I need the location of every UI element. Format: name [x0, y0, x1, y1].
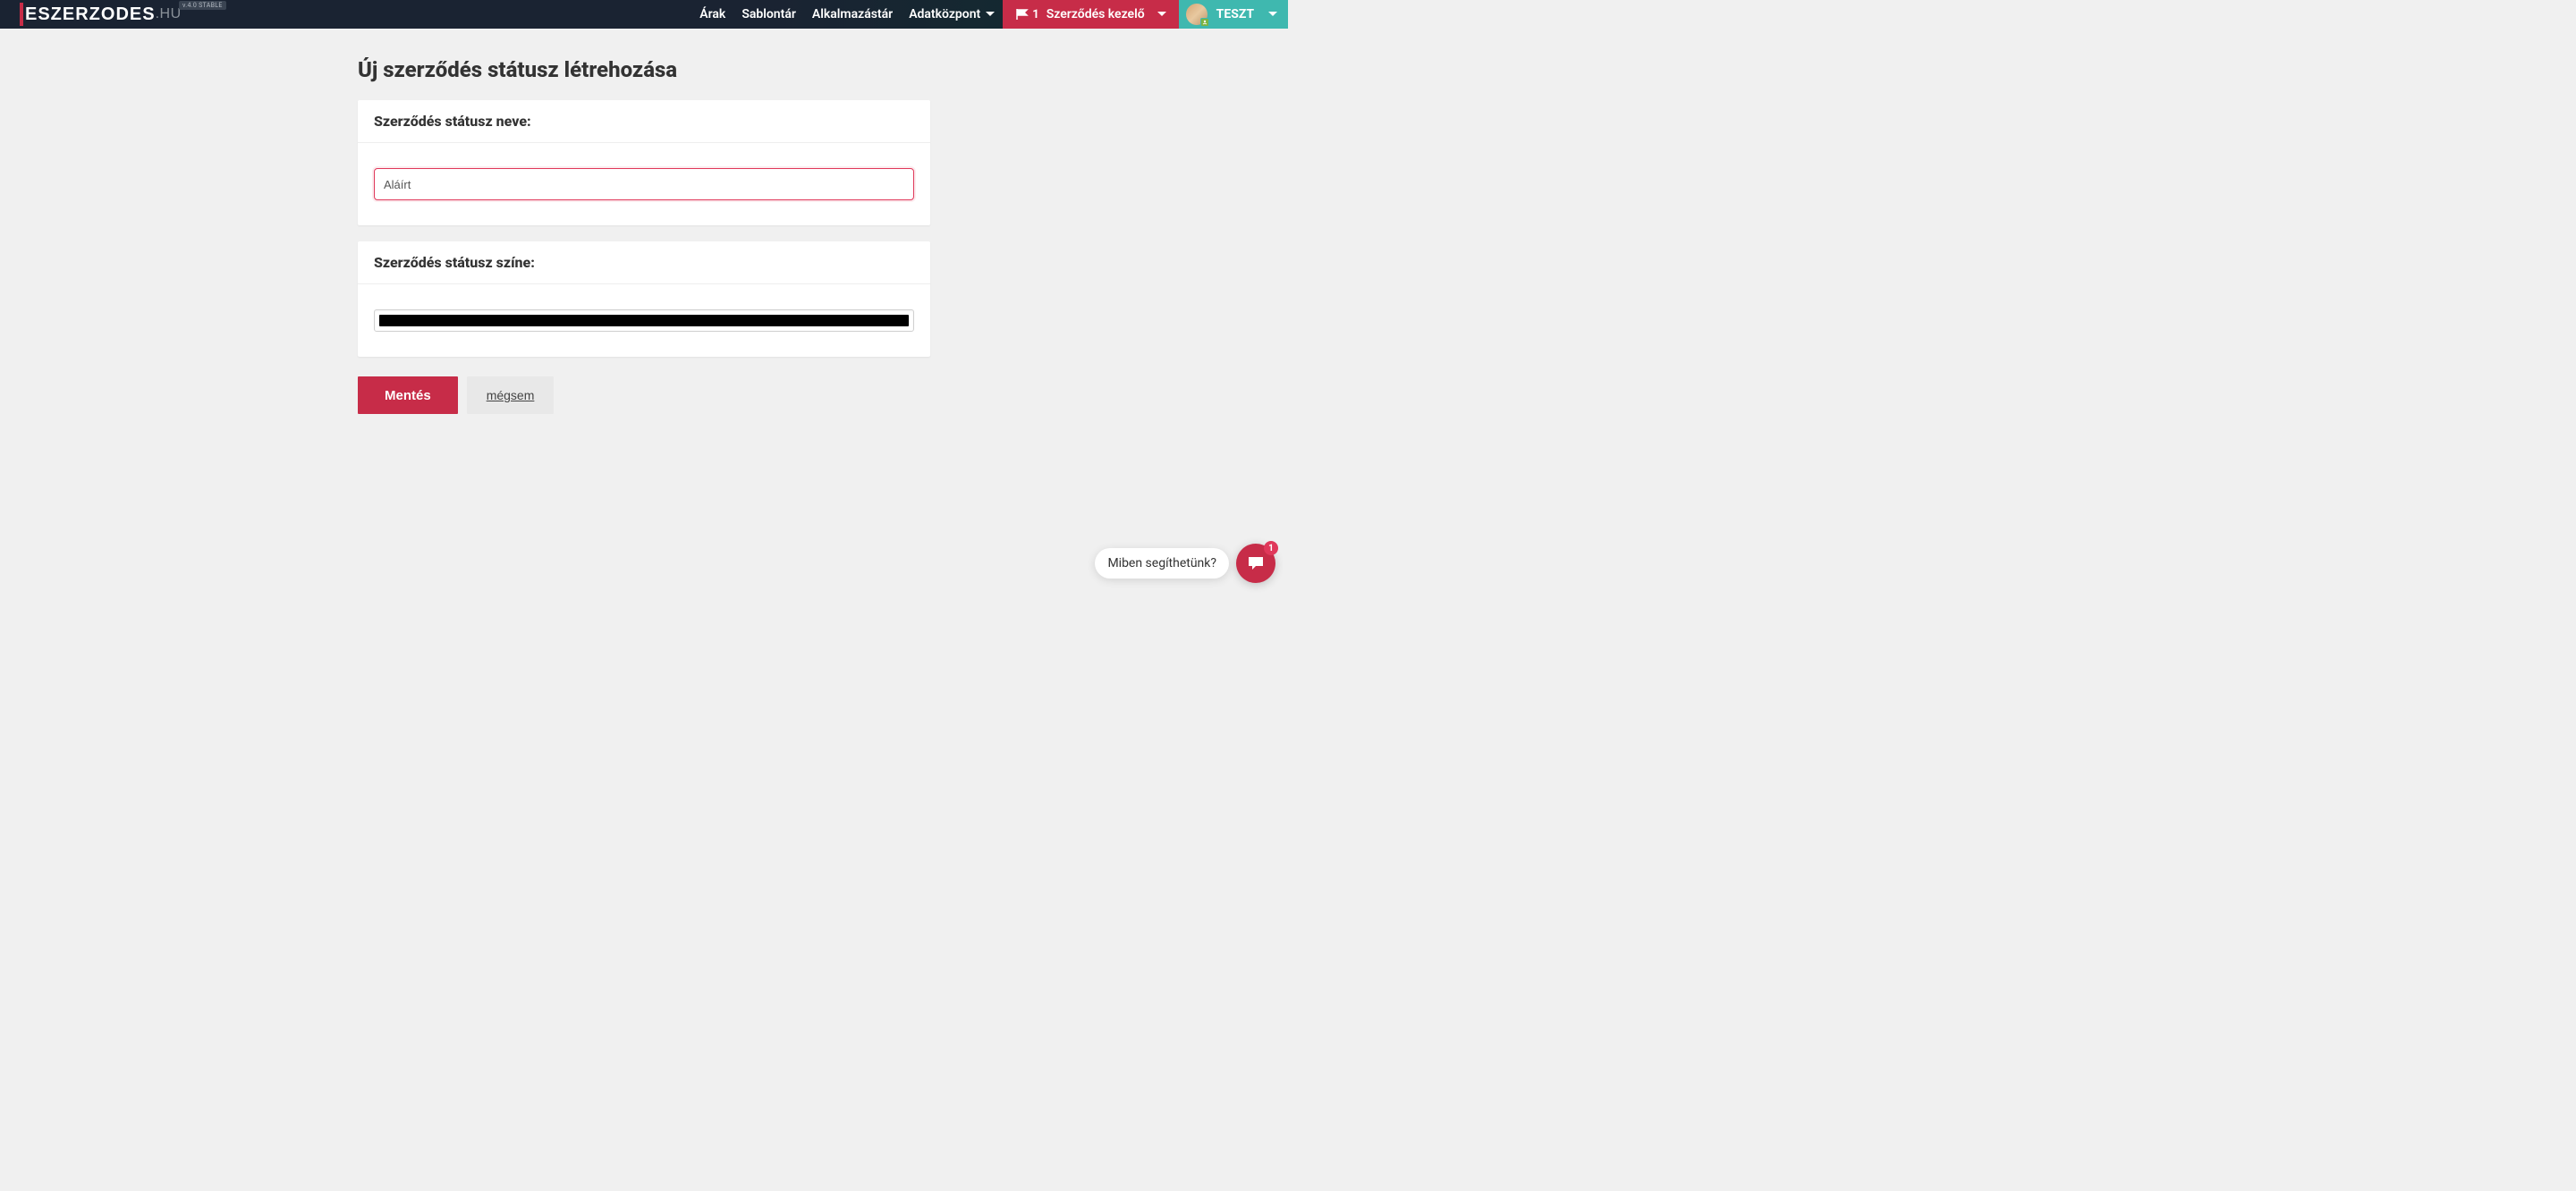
- color-picker[interactable]: [374, 309, 914, 332]
- brand-suffix: .HU: [156, 6, 182, 22]
- nav-apps[interactable]: Alkalmazástár: [804, 0, 901, 29]
- cancel-button[interactable]: mégsem: [467, 376, 555, 414]
- chevron-down-icon: [986, 12, 995, 17]
- page-title: Új szerződés státusz létrehozása: [358, 57, 930, 82]
- main-nav: Árak Sablontár Alkalmazástár Adatközpont…: [691, 0, 1288, 29]
- card-body: [358, 143, 930, 225]
- contract-count: 1: [1032, 8, 1038, 21]
- brand-accent-bar: [20, 3, 23, 26]
- status-name-label: Szerződés státusz neve:: [374, 113, 914, 130]
- chat-notification-badge: 1: [1264, 541, 1278, 555]
- status-color-card: Szerződés státusz színe:: [358, 241, 930, 357]
- chevron-down-icon: [1157, 12, 1166, 17]
- brand-name: ESZERZODES: [25, 4, 156, 25]
- nav-pricing-label: Árak: [699, 7, 725, 21]
- chat-widget: Miben segíthetünk? 1: [1095, 544, 1275, 583]
- header: ESZERZODES .HU v.4.0 STABLE Árak Sablont…: [0, 0, 1288, 29]
- chat-icon: [1247, 555, 1265, 571]
- nav-pricing[interactable]: Árak: [691, 0, 733, 29]
- save-button[interactable]: Mentés: [358, 376, 458, 414]
- status-color-label: Szerződés státusz színe:: [374, 254, 914, 271]
- card-header: Szerződés státusz színe:: [358, 241, 930, 284]
- chevron-down-icon: [1268, 12, 1277, 17]
- nav-templates[interactable]: Sablontár: [733, 0, 804, 29]
- card-header: Szerződés státusz neve:: [358, 100, 930, 143]
- contract-badge: 1: [1015, 8, 1038, 21]
- nav-contract-label: Szerződés kezelő: [1046, 7, 1145, 21]
- color-preview: [379, 315, 909, 326]
- nav-user-menu[interactable]: TESZT: [1179, 0, 1288, 29]
- nav-templates-label: Sablontár: [741, 7, 796, 21]
- status-name-card: Szerződés státusz neve:: [358, 100, 930, 225]
- user-name: TESZT: [1216, 7, 1254, 21]
- nav-apps-label: Alkalmazástár: [812, 7, 893, 21]
- nav-contract-manager[interactable]: 1 Szerződés kezelő: [1003, 0, 1178, 29]
- user-status-badge: [1200, 18, 1209, 27]
- nav-datacenter[interactable]: Adatközpont: [901, 0, 1003, 29]
- card-body: [358, 284, 930, 357]
- main-content: Új szerződés státusz létrehozása Szerződ…: [358, 29, 930, 443]
- version-badge: v.4.0 STABLE: [179, 1, 226, 10]
- status-name-input[interactable]: [374, 168, 914, 200]
- chat-button[interactable]: 1: [1236, 544, 1275, 583]
- nav-datacenter-label: Adatközpont: [909, 7, 980, 21]
- chat-prompt[interactable]: Miben segíthetünk?: [1095, 548, 1229, 579]
- brand-area[interactable]: ESZERZODES .HU v.4.0 STABLE: [0, 3, 182, 26]
- form-actions: Mentés mégsem: [358, 376, 930, 414]
- avatar-wrap: [1186, 4, 1208, 25]
- flag-icon: [1015, 8, 1030, 21]
